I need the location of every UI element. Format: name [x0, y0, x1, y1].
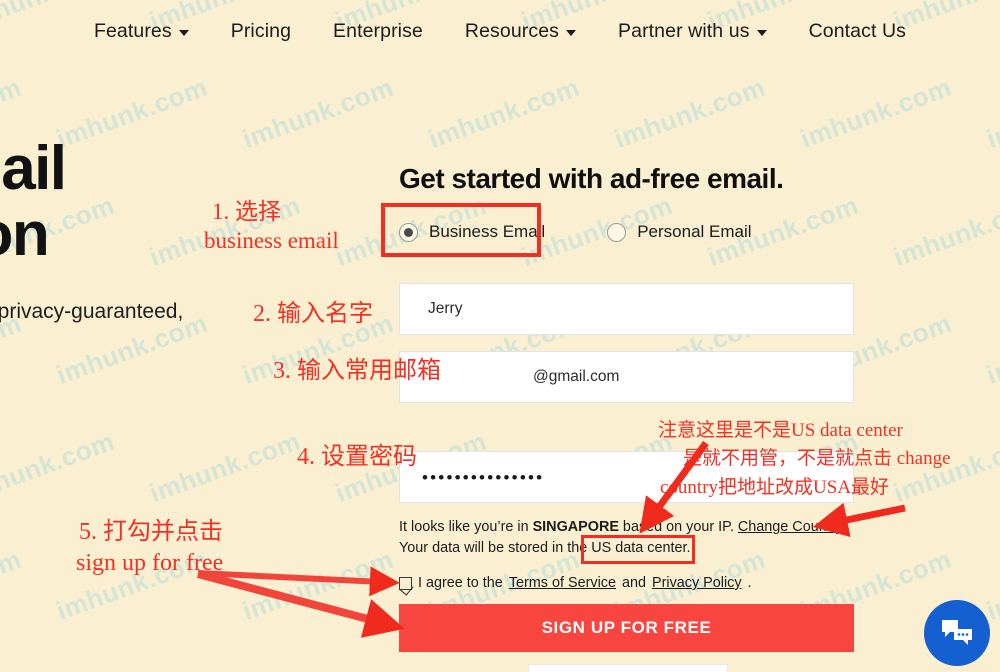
nav-item-pricing[interactable]: Pricing [231, 20, 291, 43]
annotation-step-2: 2. 输入名字 [253, 301, 373, 327]
signup-form-title: Get started with ad-free email. [399, 163, 784, 194]
watermark-text: imhunk.com [0, 662, 119, 672]
email-input[interactable]: @gmail.com [399, 351, 854, 403]
chevron-down-icon [756, 29, 767, 36]
watermark-text: imhunk.com [610, 71, 770, 155]
radio-option-personal-email[interactable]: Personal Email [607, 222, 752, 242]
sign-up-for-free-button[interactable]: SIGN UP FOR FREE [399, 604, 854, 652]
watermark-text: imhunk.com [238, 307, 398, 391]
password-input-value: ••••••••••••••• [422, 467, 545, 487]
watermark-text: imhunk.com [0, 425, 119, 509]
privacy-policy-link[interactable]: Privacy Policy [652, 575, 742, 591]
nav-item-enterprise[interactable]: Enterprise [333, 20, 423, 43]
terms-prefix: I agree to the [418, 575, 503, 591]
password-input[interactable]: ••••••••••••••• [399, 451, 854, 503]
annotation-overlay: 1. 选择 business email 2. 输入名字 3. 输入常用邮箱 4… [0, 0, 1000, 672]
watermark-text: imhunk.com [982, 307, 1000, 391]
geo-detection-text: It looks like you’re in SINGAPORE based … [399, 517, 843, 559]
terms-agreement-row: I agree to the Terms of Service and Priv… [399, 575, 752, 591]
nav-item-features[interactable]: Features [94, 20, 189, 43]
datacenter-value: US data center. [591, 540, 691, 556]
email-input-value: @gmail.com [533, 368, 620, 385]
radio-business-email[interactable] [399, 222, 418, 242]
hero-subtitle: , privacy-guaranteed, [0, 300, 184, 323]
radio-label-business-email: Business Email [429, 222, 546, 241]
annotation-arrows [196, 440, 906, 638]
watermark-text: imhunk.com [0, 543, 26, 627]
geo-country: SINGAPORE [532, 519, 619, 535]
below-fold-field-stub [528, 664, 728, 672]
nav-label-pricing: Pricing [230, 19, 292, 42]
watermark-text: imhunk.com [145, 425, 305, 509]
change-country-link[interactable]: Change Country [738, 519, 843, 535]
nav-label-enterprise: Enterprise [333, 19, 423, 42]
chat-bubbles-icon [942, 620, 972, 645]
chevron-down-icon [566, 29, 577, 36]
arrow-to-signup-button [196, 570, 405, 638]
arrow-to-terms-checkbox [197, 566, 400, 597]
geo-suffix: based on your IP. [618, 519, 738, 535]
nav-item-contact-us[interactable]: Contact Us [809, 20, 906, 43]
nav-item-resources[interactable]: Resources [464, 19, 577, 43]
annotation-datacenter-line-1: 注意这里是不是US data center [658, 420, 903, 441]
watermark-layer: imhunk.com imhunk.com imhunk.com imhunk.com… [0, 0, 1000, 672]
watermark-text: imhunk.com [424, 71, 584, 155]
watermark-text: imhunk.com [331, 662, 490, 672]
nav-label-resources: Resources [464, 19, 560, 42]
terms-of-service-link[interactable]: Terms of Service [509, 575, 616, 591]
nav-item-partner-with-us[interactable]: Partner with us [618, 20, 767, 43]
watermark-text: imhunk.com [982, 543, 1000, 627]
main-navigation: Features Pricing Enterprise Resources Pa… [0, 0, 1000, 62]
hero-heading: Email ation [0, 136, 328, 267]
radio-option-business-email[interactable]: Business Email [399, 222, 545, 242]
radio-label-personal-email: Personal Email [637, 222, 752, 241]
watermark-text: imhunk.com [52, 543, 212, 627]
annotation-step-5-line-2: sign up for free [76, 550, 224, 576]
watermark-text: imhunk.com [145, 662, 304, 672]
chevron-down-icon [178, 29, 189, 36]
nav-label-partner: Partner with us [618, 19, 750, 42]
terms-suffix: . [747, 575, 752, 591]
name-input-value: Jerry [428, 300, 463, 317]
watermark-text: imhunk.com [982, 71, 1000, 155]
watermark-text: imhunk.com [889, 425, 1000, 509]
hero-heading-line-1: Email [0, 134, 67, 203]
terms-middle: and [621, 575, 646, 591]
terms-checkbox[interactable] [399, 576, 412, 590]
geo-prefix: It looks like you’re in [399, 519, 533, 535]
account-type-radio-group: Business Email Personal Email [399, 222, 752, 242]
nav-label-features: Features [93, 19, 172, 42]
name-input[interactable]: Jerry [399, 283, 854, 335]
watermark-text: imhunk.com [238, 543, 398, 627]
chat-widget-button[interactable] [924, 600, 990, 666]
nav-label-contact: Contact Us [808, 19, 907, 42]
datacenter-prefix: Your data will be stored in the [399, 540, 592, 556]
watermark-text: imhunk.com [889, 189, 1000, 273]
annotation-step-5-line-1: 5. 打勾并点击 [79, 519, 223, 545]
hero-heading-line-2: ation [0, 199, 50, 269]
geo-line-2: Your data will be stored in the US data … [399, 538, 843, 559]
page-root: imhunk.com imhunk.com imhunk.com imhunk.com… [0, 0, 1000, 672]
watermark-text: imhunk.com [796, 71, 956, 155]
geo-line-1: It looks like you’re in SINGAPORE based … [399, 517, 843, 538]
radio-personal-email[interactable] [607, 222, 627, 242]
